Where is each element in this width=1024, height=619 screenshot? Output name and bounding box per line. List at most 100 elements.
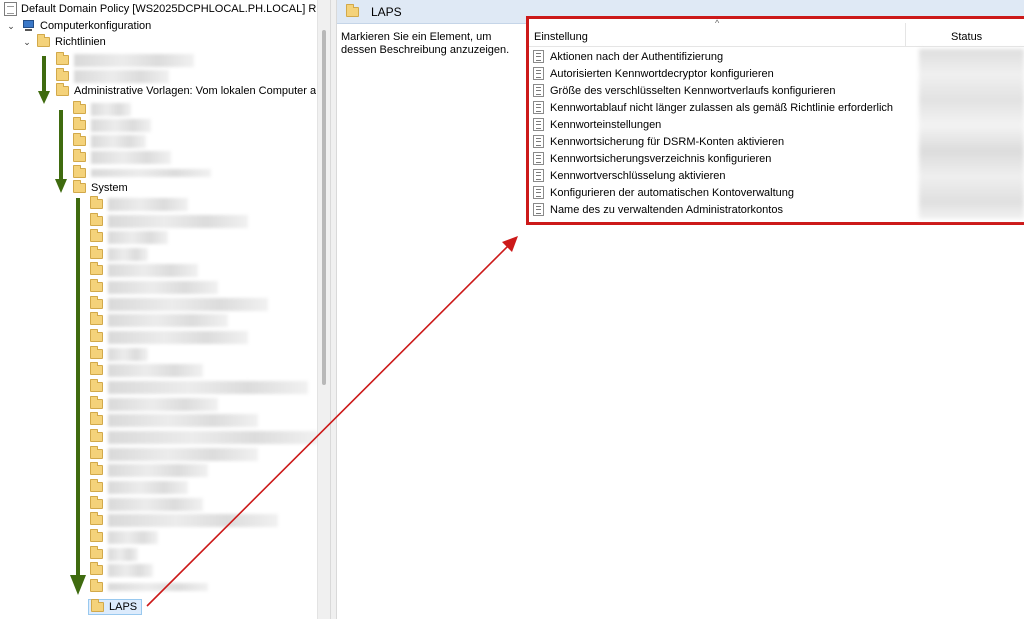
setting-row[interactable]: Kennworteinstellungen [533, 116, 661, 133]
folder-icon [90, 429, 103, 442]
folder-icon [90, 562, 103, 575]
pane-splitter[interactable] [330, 0, 337, 619]
setting-icon [533, 101, 544, 114]
folder-icon [90, 579, 103, 592]
setting-row[interactable]: Aktionen nach der Authentifizierung [533, 48, 723, 65]
tree-item-redacted[interactable] [90, 246, 148, 262]
setting-icon [533, 118, 544, 131]
tree-item-redacted[interactable] [90, 412, 258, 428]
setting-row[interactable]: Autorisierten Kennwortdecryptor konfigur… [533, 65, 774, 82]
folder-icon [73, 117, 86, 130]
tree-root-label: Default Domain Policy [WS2025DCPHLOCAL.P… [21, 3, 316, 15]
tree-item-redacted[interactable] [90, 562, 153, 578]
redacted-label [108, 430, 318, 444]
redacted-label [108, 330, 248, 344]
redacted-label [108, 513, 278, 527]
column-header-setting[interactable]: Einstellung [534, 31, 588, 43]
redacted-label [91, 150, 171, 164]
tree-system[interactable]: System [73, 180, 128, 196]
tree-item-redacted[interactable] [90, 346, 148, 362]
redacted-label [108, 230, 168, 244]
tree-item-redacted[interactable] [90, 329, 248, 345]
folder-icon [73, 165, 86, 178]
tree-scrollbar-thumb[interactable] [322, 30, 326, 385]
tree-item-redacted[interactable] [90, 312, 228, 328]
setting-icon [533, 203, 544, 216]
folder-icon [56, 68, 69, 81]
tree-laps-selected[interactable]: LAPS [88, 599, 143, 615]
tree-item-redacted[interactable] [90, 362, 203, 378]
redacted-label [108, 363, 203, 377]
folder-icon [73, 149, 86, 162]
setting-row[interactable]: Kennwortverschlüsselung aktivieren [533, 167, 725, 184]
tree-item-redacted[interactable] [73, 149, 171, 165]
folder-icon [90, 479, 103, 492]
tree-item-redacted[interactable] [73, 101, 131, 117]
setting-name: Kennworteinstellungen [550, 118, 662, 131]
redacted-label [108, 497, 203, 511]
folder-icon [90, 213, 103, 226]
tree-item-redacted[interactable] [90, 379, 308, 395]
redacted-label [108, 397, 218, 411]
tree-item-redacted[interactable] [90, 462, 208, 478]
folder-icon [90, 362, 103, 375]
folder-icon [90, 312, 103, 325]
tree-item-redacted[interactable] [56, 68, 169, 84]
column-header-status[interactable]: Status [951, 31, 982, 43]
tree-item-redacted[interactable] [90, 279, 218, 295]
tree-laps-label: LAPS [109, 601, 138, 613]
tree-item-redacted[interactable] [90, 213, 248, 229]
redacted-label [91, 134, 146, 148]
folder-icon [90, 546, 103, 559]
tree-computer-configuration[interactable]: ⌄ Computerkonfiguration [6, 18, 151, 34]
tree-item-redacted[interactable] [73, 117, 151, 133]
setting-row[interactable]: Kennwortsicherungsverzeichnis konfigurie… [533, 150, 771, 167]
setting-name: Kennwortverschlüsselung aktivieren [550, 169, 726, 182]
chevron-down-icon[interactable]: ⌄ [6, 21, 16, 32]
tree-item-redacted[interactable] [90, 512, 278, 528]
tree-administrative-templates-label: Administrative Vorlagen: Vom lokalen Com… [74, 85, 316, 97]
folder-icon [90, 246, 103, 259]
setting-row[interactable]: Name des zu verwaltenden Administratorko… [533, 201, 783, 218]
setting-row[interactable]: Konfigurieren der automatischen Kontover… [533, 184, 794, 201]
redacted-label [108, 313, 228, 327]
tree-item-redacted[interactable] [90, 496, 203, 512]
tree-item-redacted[interactable] [90, 429, 318, 445]
tree-system-label: System [91, 182, 128, 194]
setting-row[interactable]: Größe des verschlüsselten Kennwortverlau… [533, 82, 836, 99]
redacted-label [108, 347, 148, 361]
folder-icon [90, 379, 103, 392]
redacted-label [91, 118, 151, 132]
tree-policies[interactable]: ⌄ Richtlinien [22, 34, 106, 50]
tree-item-redacted[interactable] [73, 165, 211, 181]
tree-item-redacted[interactable] [90, 546, 138, 562]
tree-item-redacted[interactable] [90, 296, 268, 312]
tree-item-redacted[interactable] [90, 262, 198, 278]
setting-name: Größe des verschlüsselten Kennwortverlau… [550, 84, 836, 97]
tree-administrative-templates[interactable]: Administrative Vorlagen: Vom lokalen Com… [56, 83, 316, 99]
tree-item-redacted[interactable] [90, 396, 218, 412]
setting-row[interactable]: Kennwortsicherung für DSRM-Konten aktivi… [533, 133, 784, 150]
description-text: Markieren Sie ein Element, um dessen Bes… [341, 31, 510, 56]
tree-item-redacted[interactable] [90, 529, 158, 545]
tree-policies-label: Richtlinien [55, 36, 106, 48]
policy-document-icon [4, 2, 17, 16]
folder-icon [91, 599, 104, 612]
tree-item-redacted[interactable] [90, 579, 208, 595]
tree-root[interactable]: Default Domain Policy [WS2025DCPHLOCAL.P… [4, 1, 316, 17]
tree-item-redacted[interactable] [90, 196, 188, 212]
tree-item-redacted[interactable] [90, 446, 258, 462]
folder-icon [90, 446, 103, 459]
chevron-down-icon[interactable]: ⌄ [22, 37, 32, 48]
tree-item-redacted[interactable] [90, 229, 168, 245]
setting-row[interactable]: Kennwortablauf nicht länger zulassen als… [533, 99, 893, 116]
folder-icon [90, 279, 103, 292]
column-separator[interactable] [905, 23, 906, 46]
tree-item-redacted[interactable] [56, 52, 194, 68]
tree-item-redacted[interactable] [90, 479, 188, 495]
tree-item-redacted[interactable] [73, 133, 146, 149]
settings-list: ^ Einstellung Status Aktionen nach der A… [526, 16, 1024, 225]
tree-scrollbar[interactable] [317, 0, 330, 619]
column-header: ^ Einstellung Status [529, 18, 1024, 47]
setting-icon [533, 50, 544, 63]
